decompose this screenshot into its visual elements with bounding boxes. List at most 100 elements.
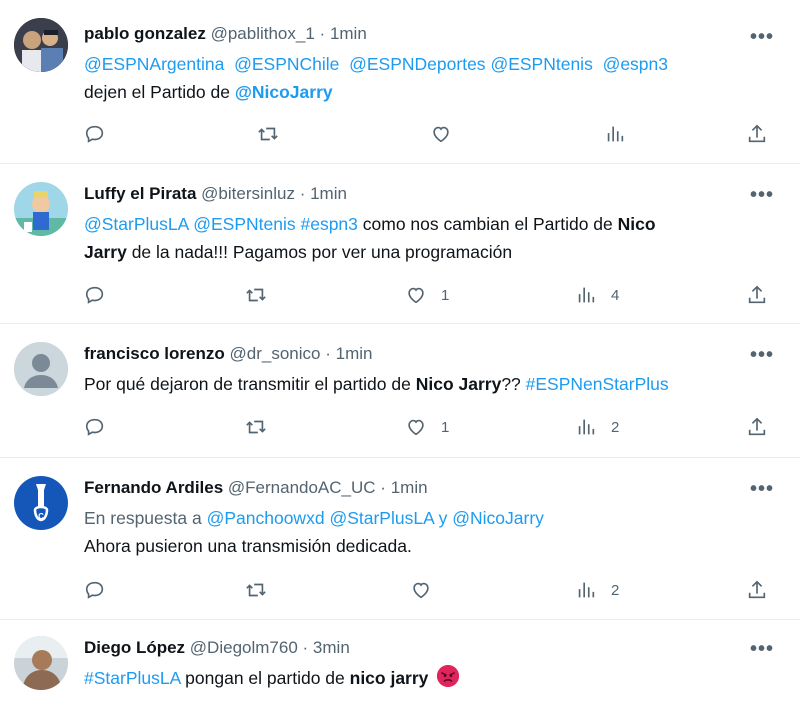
mention-link[interactable]: @ESPNChile xyxy=(234,54,339,74)
reply-icon xyxy=(85,418,104,436)
tweet-header: pablo gonzalez @pablithox_1 · 1min xyxy=(84,24,367,44)
author-name[interactable]: Diego López xyxy=(84,638,185,657)
retweet-button[interactable] xyxy=(244,283,268,307)
author-handle[interactable]: @pablithox_1 xyxy=(211,24,315,43)
share-button[interactable] xyxy=(746,283,768,307)
reply-icon xyxy=(85,581,104,599)
separator-dot: · xyxy=(380,478,386,497)
author-handle[interactable]: @Diegolm760 xyxy=(190,638,298,657)
reply-icon xyxy=(85,125,104,143)
mention-link[interactable]: @espn3 xyxy=(603,54,668,74)
heart-icon xyxy=(413,582,429,599)
tweet-card[interactable]: Luffy el Pirata @bitersinluz · 1min ••• … xyxy=(0,164,800,324)
retweet-icon xyxy=(258,127,278,141)
author-name[interactable]: Fernando Ardiles xyxy=(84,478,223,497)
avatar[interactable] xyxy=(14,342,68,396)
avatar[interactable] xyxy=(14,18,68,72)
more-options-icon[interactable]: ••• xyxy=(750,639,774,659)
tweet-card[interactable]: pablo gonzalez @pablithox_1 · 1min ••• @… xyxy=(0,0,800,164)
author-name[interactable]: pablo gonzalez xyxy=(84,24,206,43)
retweet-button[interactable] xyxy=(256,122,280,146)
more-options-icon[interactable]: ••• xyxy=(750,27,774,47)
tweet-card[interactable]: francisco lorenzo @dr_sonico · 1min ••• … xyxy=(0,324,800,458)
views-button[interactable]: 4 xyxy=(575,283,619,307)
like-button[interactable] xyxy=(430,122,452,146)
timestamp[interactable]: 1min xyxy=(330,24,367,43)
mention-link[interactable]: @NicoJarry xyxy=(452,508,544,528)
mention-link[interactable]: @Panchoowxd xyxy=(207,508,325,528)
author-name[interactable]: francisco lorenzo xyxy=(84,344,225,363)
hashtag-link[interactable]: #ESPNenStarPlus xyxy=(526,374,669,394)
views-chart-icon xyxy=(607,126,624,142)
timestamp[interactable]: 1min xyxy=(391,478,428,497)
timestamp[interactable]: 1min xyxy=(336,344,373,363)
reply-button[interactable] xyxy=(84,578,106,602)
reply-button[interactable] xyxy=(84,415,106,439)
avatar[interactable]: C xyxy=(14,476,68,530)
separator-dot: · xyxy=(319,24,326,43)
tweet-text-segment: Ahora pusieron una transmisión dedicada. xyxy=(84,536,412,556)
mention-link[interactable]: @ESPNDeportes xyxy=(349,54,485,74)
retweet-button[interactable] xyxy=(244,578,268,602)
avatar[interactable] xyxy=(14,182,68,236)
tweet-text-segment: pongan el partido de xyxy=(180,668,350,688)
like-button[interactable] xyxy=(410,578,432,602)
tweet-header: Fernando Ardiles @FernandoAC_UC · 1min xyxy=(84,478,428,498)
mention-link[interactable]: @NicoJarry xyxy=(235,82,333,102)
tweet-text: En respuesta a @Panchoowxd @StarPlusLA y… xyxy=(84,504,780,560)
reply-context: En respuesta a @Panchoowxd @StarPlusLA y… xyxy=(84,504,780,532)
reply-button[interactable] xyxy=(84,122,106,146)
timestamp[interactable]: 1min xyxy=(310,184,347,203)
author-name[interactable]: Luffy el Pirata xyxy=(84,184,196,203)
views-button[interactable] xyxy=(604,122,626,146)
share-button[interactable] xyxy=(746,578,768,602)
author-handle[interactable]: @bitersinluz xyxy=(201,184,295,203)
share-button[interactable] xyxy=(746,415,768,439)
mention-link[interactable]: @ESPNtenis xyxy=(193,214,295,234)
tweet-header: Luffy el Pirata @bitersinluz · 1min xyxy=(84,184,347,204)
tweet-card[interactable]: Diego López @Diegolm760 · 3min ••• #Star… xyxy=(0,620,800,713)
reply-prefix: En respuesta a xyxy=(84,508,207,528)
views-button[interactable]: 2 xyxy=(575,578,619,602)
timestamp[interactable]: 3min xyxy=(313,638,350,657)
views-button[interactable]: 2 xyxy=(575,415,619,439)
mention-link[interactable]: @ESPNtenis xyxy=(490,54,592,74)
tweet-text-segment: como nos cambian el Partido de xyxy=(357,214,618,234)
tweet-text-segment: ?? xyxy=(501,374,526,394)
more-options-icon[interactable]: ••• xyxy=(750,479,774,499)
retweet-icon xyxy=(246,288,266,302)
tweet-text: @StarPlusLA @ESPNtenis #espn3 como nos c… xyxy=(84,210,780,266)
share-icon xyxy=(748,285,766,304)
mention-link[interactable]: @ESPNArgentina xyxy=(84,54,224,74)
share-icon xyxy=(748,124,766,143)
tweet-text-bold: Nico Jarry xyxy=(415,374,502,394)
mention-link[interactable]: @StarPlusLA xyxy=(329,508,433,528)
angry-face-icon xyxy=(437,665,460,687)
mention-link[interactable]: @StarPlusLA xyxy=(84,214,188,234)
tweet-card[interactable]: C Fernando Ardiles @FernandoAC_UC · 1min… xyxy=(0,458,800,620)
views-chart-icon xyxy=(578,287,595,303)
retweet-button[interactable] xyxy=(244,415,268,439)
share-icon xyxy=(748,580,766,599)
tweet-actions xyxy=(0,122,800,146)
author-handle[interactable]: @dr_sonico xyxy=(230,344,321,363)
share-button[interactable] xyxy=(746,122,768,146)
more-options-icon[interactable]: ••• xyxy=(750,345,774,365)
separator-dot: · xyxy=(302,638,309,657)
tweet-text-bold: Jarry xyxy=(84,242,127,262)
separator-dot: · xyxy=(299,184,306,203)
tweet-header: francisco lorenzo @dr_sonico · 1min xyxy=(84,344,372,364)
tweet-actions: 2 xyxy=(0,578,800,602)
like-count: 1 xyxy=(441,286,450,304)
view-count: 4 xyxy=(611,286,620,304)
more-options-icon[interactable]: ••• xyxy=(750,185,774,205)
author-handle[interactable]: @FernandoAC_UC xyxy=(228,478,376,497)
heart-icon xyxy=(433,126,449,143)
avatar[interactable] xyxy=(14,636,68,690)
reply-button[interactable] xyxy=(84,283,106,307)
hashtag-link[interactable]: #StarPlusLA xyxy=(84,668,180,688)
like-button[interactable]: 1 xyxy=(405,415,449,439)
retweet-icon xyxy=(246,583,266,597)
hashtag-link[interactable]: #espn3 xyxy=(300,214,357,234)
like-button[interactable]: 1 xyxy=(405,283,449,307)
